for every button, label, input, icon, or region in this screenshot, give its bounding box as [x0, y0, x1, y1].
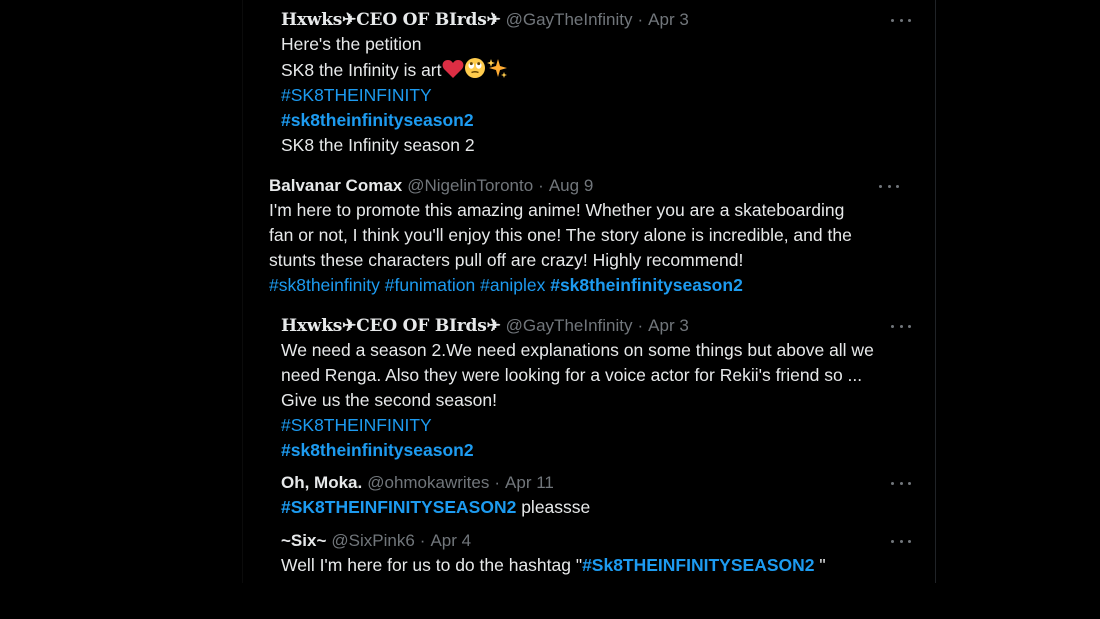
tweet-4[interactable]: Oh, Moka. @ohmokawrites · Apr 11 #SK8THE… — [281, 473, 911, 520]
tweet-5[interactable]: ~Six~ @SixPink6 · Apr 4 Well I'm here fo… — [281, 531, 911, 578]
display-name[interactable]: Balvanar Comax — [269, 176, 402, 196]
hashtag-link[interactable]: #Sk8THEINFINITYSEASON2 — [582, 555, 814, 575]
hashtag-link[interactable]: #SK8THEINFINITY — [281, 415, 432, 435]
display-name[interactable]: Hxwks✈CEO OF BIrds✈ — [281, 10, 501, 30]
hashtag-line: #sk8theinfinityseason2 — [281, 108, 911, 133]
tweet-2[interactable]: Balvanar Comax @NigelinToronto · Aug 9 I… — [269, 176, 899, 298]
tweet-text-line: We need a season 2.We need explanations … — [281, 340, 874, 360]
separator-dot: · — [538, 176, 544, 195]
tweet-3[interactable]: Hxwks✈CEO OF BIrds✈ @GayTheInfinity · Ap… — [281, 316, 911, 463]
user-handle[interactable]: @ohmokawrites — [367, 473, 489, 493]
tweet-header: Hxwks✈CEO OF BIrds✈ @GayTheInfinity · Ap… — [281, 10, 911, 30]
hashtag-link[interactable]: #aniplex — [480, 275, 545, 295]
tweet-text-line: stunts these characters pull off are cra… — [269, 250, 744, 270]
hashtag-link[interactable]: #sk8theinfinity — [269, 275, 380, 295]
more-options-icon[interactable] — [879, 180, 899, 192]
tweet-text-line: I'm here to promote this amazing anime! … — [269, 200, 845, 220]
tweet-date[interactable]: Apr 3 — [648, 10, 689, 30]
hashtag-link[interactable]: #sk8theinfinityseason2 — [550, 275, 743, 295]
more-options-icon[interactable] — [891, 320, 911, 332]
hashtag-link[interactable]: #sk8theinfinityseason2 — [281, 440, 474, 460]
tweet-date[interactable]: Apr 4 — [430, 531, 471, 551]
user-handle[interactable]: @GayTheInfinity — [506, 10, 633, 30]
tweet-date[interactable]: Aug 9 — [549, 176, 593, 196]
tweet-date[interactable]: Apr 11 — [505, 473, 554, 493]
separator-dot: · — [637, 10, 644, 29]
tweet-text: " — [814, 555, 826, 575]
rolling-eyes-face-icon — [464, 58, 485, 78]
timeline-column: Hxwks✈CEO OF BIrds✈ @GayTheInfinity · Ap… — [242, 0, 936, 583]
red-heart-icon — [442, 60, 463, 78]
more-options-icon[interactable] — [891, 477, 911, 489]
display-name[interactable]: ~Six~ — [281, 531, 326, 551]
tweet-text-line: SK8 the Infinity is art — [281, 57, 911, 83]
more-options-icon[interactable] — [891, 535, 911, 547]
tweet-date[interactable]: Apr 3 — [648, 316, 689, 336]
user-handle[interactable]: @SixPink6 — [331, 531, 414, 551]
more-options-icon[interactable] — [891, 14, 911, 26]
tweet-text: pleassse — [521, 497, 591, 517]
hashtag-line: #sk8theinfinityseason2 — [281, 438, 911, 463]
tweet-text-line: Well I'm here for us to do the hashtag "… — [281, 553, 911, 578]
tweet-header: Oh, Moka. @ohmokawrites · Apr 11 — [281, 473, 911, 493]
tweet-text-line: Here's the petition — [281, 34, 422, 54]
hashtag-line: #sk8theinfinity #funimation #aniplex #sk… — [269, 273, 899, 298]
tweet-text-line: need Renga. Also they were looking for a… — [281, 365, 863, 385]
display-name[interactable]: Oh, Moka. — [281, 473, 362, 493]
sparkles-icon — [486, 59, 507, 78]
tweet-text: SK8 the Infinity is art — [281, 60, 442, 80]
hashtag-link[interactable]: #funimation — [385, 275, 475, 295]
separator-dot: · — [494, 473, 501, 492]
hashtag-line: #SK8THEINFINITY — [281, 83, 911, 108]
tweet-text-line: Give us the second season! — [281, 390, 497, 410]
tweet-1[interactable]: Hxwks✈CEO OF BIrds✈ @GayTheInfinity · Ap… — [281, 10, 911, 158]
separator-dot: · — [637, 316, 644, 335]
tweet-header: Hxwks✈CEO OF BIrds✈ @GayTheInfinity · Ap… — [281, 316, 911, 336]
tweet-header: Balvanar Comax @NigelinToronto · Aug 9 — [269, 176, 899, 196]
hashtag-line: #SK8THEINFINITY — [281, 413, 911, 438]
tweet-text-line: #SK8THEINFINITYSEASON2 pleassse — [281, 495, 911, 520]
user-handle[interactable]: @GayTheInfinity — [506, 316, 633, 336]
user-handle[interactable]: @NigelinToronto — [407, 176, 533, 196]
hashtag-link[interactable]: #SK8THEINFINITYSEASON2 — [281, 497, 516, 517]
hashtag-link[interactable]: #SK8THEINFINITY — [281, 85, 432, 105]
tweet-text-line: SK8 the Infinity season 2 — [281, 135, 475, 155]
hashtag-link[interactable]: #sk8theinfinityseason2 — [281, 110, 474, 130]
display-name[interactable]: Hxwks✈CEO OF BIrds✈ — [281, 316, 501, 336]
tweet-header: ~Six~ @SixPink6 · Apr 4 — [281, 531, 911, 551]
tweet-text: Well I'm here for us to do the hashtag " — [281, 555, 583, 575]
separator-dot: · — [419, 531, 426, 550]
tweet-text-line: fan or not, I think you'll enjoy this on… — [269, 225, 852, 245]
